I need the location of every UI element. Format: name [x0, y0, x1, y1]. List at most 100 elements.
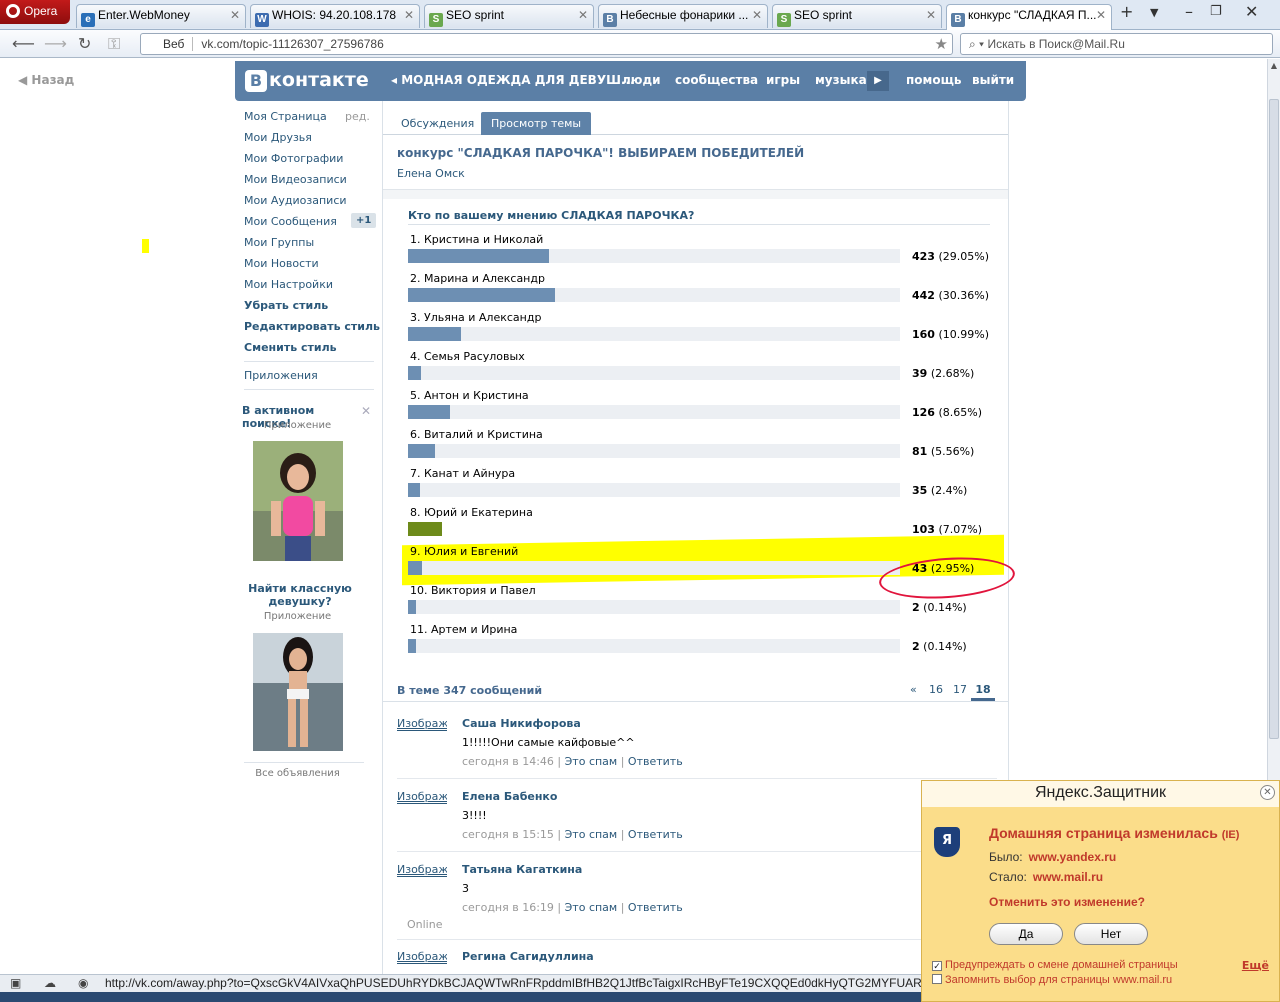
pager-first[interactable]: «	[910, 683, 917, 696]
new-tab-icon[interactable]: +	[1120, 2, 1133, 21]
nav-help[interactable]: помощь	[906, 73, 961, 87]
tab-seo-sprint[interactable]: S SEO sprint ✕	[424, 4, 594, 28]
post-avatar[interactable]: Изображе	[397, 950, 447, 964]
back-arrow-icon[interactable]: ⟵	[12, 34, 35, 53]
menu-edit-style[interactable]: Редактировать стиль	[244, 320, 380, 333]
nav-more-arrow-icon[interactable]: ▶	[867, 71, 889, 91]
post-divider	[397, 851, 997, 852]
search-field[interactable]: ⌕ ▾ Искать в Поиск@Mail.Ru	[960, 33, 1273, 55]
scroll-up-icon[interactable]: ▲	[1268, 61, 1280, 75]
vk-logo[interactable]: Вконтакте	[245, 69, 369, 92]
menu-divider	[244, 389, 374, 390]
close-tab-icon[interactable]: ✕	[752, 8, 762, 22]
menu-my-settings[interactable]: Мои Настройки	[244, 278, 333, 291]
poll-option-count: 35	[912, 484, 928, 497]
turbo-icon[interactable]: ◉	[78, 976, 88, 990]
tab-seo-sprint-2[interactable]: S SEO sprint ✕	[772, 4, 942, 28]
bookmark-star-icon[interactable]: ★	[935, 35, 948, 53]
back-link[interactable]: ◀ Назад	[18, 73, 74, 87]
close-ad-icon[interactable]: ✕	[361, 404, 371, 418]
nav-logout[interactable]: выйти	[972, 73, 1014, 87]
pager-page-17[interactable]: 17	[953, 683, 967, 696]
tab-webmoney[interactable]: e Enter.WebMoney ✕	[76, 4, 246, 28]
menu-change-style[interactable]: Сменить стиль	[244, 341, 337, 354]
post-avatar[interactable]: Изображе	[397, 863, 447, 877]
menu-my-videos[interactable]: Мои Видеозаписи	[244, 173, 347, 186]
post-author[interactable]: Саша Никифорова	[462, 717, 581, 730]
post-author[interactable]: Регина Сагидуллина	[462, 950, 594, 963]
nav-communities[interactable]: сообщества	[675, 73, 758, 87]
menu-my-groups[interactable]: Мои Группы	[244, 236, 314, 249]
more-link[interactable]: Ещё	[1242, 959, 1269, 972]
vk-icon: B	[951, 13, 965, 27]
remember-checkbox[interactable]: Запомнить выбор для страницы www.mail.ru	[932, 974, 1172, 986]
post-divider	[397, 778, 997, 779]
post-avatar[interactable]: Изображе	[397, 717, 447, 731]
url-field[interactable]: Веб vk.com/topic-11126307_27596786 ★	[140, 33, 953, 55]
opera-menu-button[interactable]: Opera	[0, 0, 70, 24]
menu-my-photos[interactable]: Мои Фотографии	[244, 152, 343, 165]
tab-contest[interactable]: Bконкурс "СЛАДКАЯ П... ✕	[946, 4, 1112, 30]
tab-lanterns[interactable]: B Небесные фонарики ... ✕	[598, 4, 768, 28]
poll-option-percent: (2.4%)	[930, 484, 968, 497]
messages-badge[interactable]: +1	[351, 213, 377, 228]
ad-photo[interactable]	[253, 441, 343, 561]
spam-link[interactable]: Это спам	[565, 901, 618, 914]
scroll-thumb[interactable]	[1269, 99, 1279, 739]
close-window-icon[interactable]: ✕	[1245, 2, 1258, 21]
poll-option-count: 126	[912, 406, 935, 419]
nav-games[interactable]: игры	[766, 73, 800, 87]
menu-my-page[interactable]: Моя Страница	[244, 110, 327, 123]
reload-icon[interactable]: ↻	[78, 34, 91, 53]
reply-link[interactable]: Ответить	[628, 901, 683, 914]
close-tab-icon[interactable]: ✕	[404, 8, 414, 22]
pager-page-18[interactable]: 18	[971, 681, 995, 701]
spam-link[interactable]: Это спам	[565, 828, 618, 841]
close-popup-icon[interactable]: ✕	[1260, 785, 1275, 800]
restore-icon[interactable]: ❐	[1210, 4, 1222, 19]
ad-title[interactable]: Найти классную девушку?	[240, 582, 360, 608]
pager-page-16[interactable]: 16	[929, 683, 943, 696]
close-tab-icon[interactable]: ✕	[1096, 8, 1106, 22]
poll-option-value: 35 (2.4%)	[912, 484, 967, 497]
main-column: Обсуждения Просмотр темы конкурс "СЛАДКА…	[382, 101, 1017, 974]
no-button[interactable]: Нет	[1074, 923, 1148, 945]
close-tab-icon[interactable]: ✕	[230, 8, 240, 22]
menu-my-friends[interactable]: Мои Друзья	[244, 131, 312, 144]
poll-option-value: 81 (5.56%)	[912, 445, 974, 458]
menu-my-messages[interactable]: Мои Сообщения	[244, 215, 337, 228]
menu-remove-style[interactable]: Убрать стиль	[244, 299, 328, 312]
poll-option-percent: (8.65%)	[938, 406, 982, 419]
warn-checkbox[interactable]: ✓ Предупреждать о смене домашней страницы	[932, 959, 1178, 971]
topic-author[interactable]: Елена Омск	[397, 167, 465, 180]
tab-view-topic[interactable]: Просмотр темы	[481, 112, 592, 135]
url-text: vk.com/topic-11126307_27596786	[201, 37, 384, 51]
minimize-icon[interactable]: –	[1185, 2, 1193, 21]
nav-people[interactable]: люди	[622, 73, 661, 87]
seosprint-icon: S	[777, 13, 791, 27]
menu-my-audio[interactable]: Мои Аудиозаписи	[244, 194, 347, 207]
post-author[interactable]: Татьяна Кагаткина	[462, 863, 582, 876]
all-ads-link[interactable]: Все объявления	[240, 768, 355, 779]
post-avatar[interactable]: Изображе	[397, 790, 447, 804]
tab-discussions[interactable]: Обсуждения	[401, 117, 474, 130]
menu-apps[interactable]: Приложения	[244, 369, 318, 382]
group-nav-link[interactable]: ◂ МОДНАЯ ОДЕЖДА ДЛЯ ДЕВУШ...	[391, 73, 635, 87]
close-tab-icon[interactable]: ✕	[578, 8, 588, 22]
panel-toggle-icon[interactable]: ▣	[10, 976, 21, 990]
nav-music[interactable]: музыка	[815, 73, 867, 87]
reply-link[interactable]: Ответить	[628, 828, 683, 841]
spam-link[interactable]: Это спам	[565, 755, 618, 768]
post-author[interactable]: Елена Бабенко	[462, 790, 557, 803]
menu-edit-link[interactable]: ред.	[345, 110, 370, 123]
menu-my-news[interactable]: Мои Новости	[244, 257, 319, 270]
cloud-icon[interactable]: ☁	[44, 976, 56, 990]
reply-link[interactable]: Ответить	[628, 755, 683, 768]
ad-photo[interactable]	[253, 633, 343, 751]
close-tab-icon[interactable]: ✕	[926, 8, 936, 22]
tab-menu-chevron-icon[interactable]: ▼	[1150, 6, 1158, 19]
forward-arrow-icon[interactable]: ⟶	[44, 34, 67, 53]
yes-button[interactable]: Да	[989, 923, 1063, 945]
wand-key-icon[interactable]: ⚿	[108, 34, 120, 54]
tab-whois[interactable]: W WHOIS: 94.20.108.178 ✕	[250, 4, 420, 28]
